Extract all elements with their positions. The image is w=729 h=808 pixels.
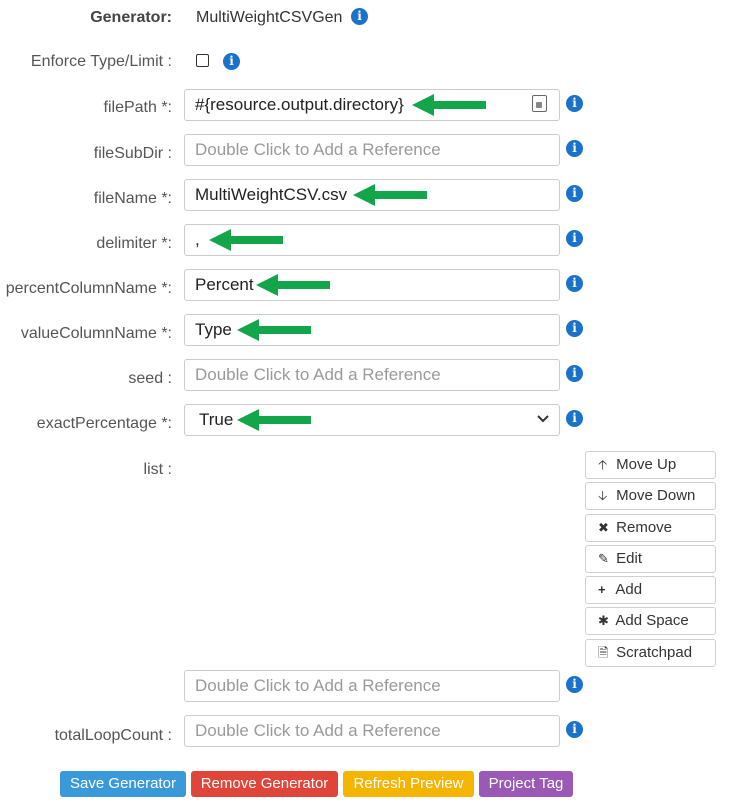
seed-input[interactable]: Double Click to Add a Reference bbox=[184, 359, 560, 391]
info-icon[interactable]: i bbox=[566, 140, 583, 157]
info-icon[interactable]: i bbox=[351, 8, 368, 25]
percentcolumnname-input[interactable]: Percent bbox=[184, 269, 560, 301]
add-button[interactable]: + Add bbox=[585, 576, 716, 604]
info-icon[interactable]: i bbox=[566, 320, 583, 337]
seed-label: seed : bbox=[128, 370, 172, 387]
info-icon[interactable]: i bbox=[566, 721, 583, 738]
chevron-down-icon[interactable] bbox=[536, 414, 550, 424]
enforce-checkbox[interactable] bbox=[196, 54, 209, 67]
save-generator-button[interactable]: Save Generator bbox=[60, 771, 186, 797]
add-space-label: Add Space bbox=[615, 612, 689, 629]
move-down-label: Move Down bbox=[616, 487, 696, 504]
reference-icon[interactable] bbox=[532, 95, 547, 112]
scratchpad-button[interactable]: 🗎 Scratchpad bbox=[585, 639, 716, 667]
edit-button[interactable]: ✎ Edit bbox=[585, 545, 716, 573]
project-tag-button[interactable]: Project Tag bbox=[479, 771, 573, 797]
valuecolumnname-label: valueColumnName *: bbox=[20, 325, 172, 342]
edit-label: Edit bbox=[616, 550, 643, 567]
file-icon: 🗎 bbox=[598, 645, 609, 660]
annotation-arrow-icon bbox=[412, 94, 486, 116]
annotation-arrow-icon bbox=[237, 409, 311, 431]
annotation-arrow-icon bbox=[256, 274, 330, 296]
enforce-label: Enforce Type/Limit : bbox=[30, 53, 172, 70]
remove-generator-button[interactable]: Remove Generator bbox=[191, 771, 338, 797]
move-down-button[interactable]: 🡣 Move Down bbox=[585, 482, 716, 510]
annotation-arrow-icon bbox=[237, 319, 311, 341]
filepath-input[interactable]: #{resource.output.directory} bbox=[184, 89, 560, 121]
info-icon[interactable]: i bbox=[566, 275, 583, 292]
generator-value: MultiWeightCSVGen bbox=[196, 9, 343, 26]
list-input[interactable]: Double Click to Add a Reference bbox=[184, 670, 560, 702]
scratchpad-label: Scratchpad bbox=[616, 644, 693, 661]
info-icon[interactable]: i bbox=[566, 410, 583, 427]
remove-button[interactable]: ✖ Remove bbox=[585, 514, 716, 542]
filesubdir-input[interactable]: Double Click to Add a Reference bbox=[184, 134, 560, 166]
annotation-arrow-icon bbox=[353, 184, 427, 206]
add-label: Add bbox=[615, 581, 643, 598]
percentcolumnname-label: percentColumnName *: bbox=[5, 280, 172, 297]
info-icon[interactable]: i bbox=[566, 365, 583, 382]
filesubdir-label: fileSubDir : bbox=[93, 145, 172, 162]
plus-icon: + bbox=[598, 582, 606, 597]
arrow-down-icon: 🡣 bbox=[598, 488, 608, 503]
generator-label: Generator: bbox=[90, 9, 172, 26]
pencil-icon: ✎ bbox=[598, 551, 609, 566]
asterisk-icon: ✱ bbox=[598, 613, 609, 628]
delimiter-label: delimiter *: bbox=[96, 235, 172, 252]
move-up-button[interactable]: 🡡 Move Up bbox=[585, 451, 716, 479]
info-icon[interactable]: i bbox=[566, 95, 583, 112]
x-icon: ✖ bbox=[598, 520, 609, 535]
list-label: list : bbox=[143, 461, 172, 478]
info-icon[interactable]: i bbox=[566, 185, 583, 202]
arrow-up-icon: 🡡 bbox=[598, 457, 608, 472]
totalloopcount-input[interactable]: Double Click to Add a Reference bbox=[184, 715, 560, 747]
filename-label: fileName *: bbox=[93, 190, 172, 207]
refresh-preview-button[interactable]: Refresh Preview bbox=[343, 771, 474, 797]
add-space-button[interactable]: ✱ Add Space bbox=[585, 607, 716, 635]
annotation-arrow-icon bbox=[209, 229, 283, 251]
remove-label: Remove bbox=[616, 519, 673, 536]
totalloopcount-label: totalLoopCount : bbox=[54, 727, 172, 744]
move-up-label: Move Up bbox=[616, 456, 677, 473]
exactpercentage-label: exactPercentage *: bbox=[36, 415, 172, 432]
filepath-label: filePath *: bbox=[103, 99, 172, 116]
info-icon[interactable]: i bbox=[566, 676, 583, 693]
info-icon[interactable]: i bbox=[566, 230, 583, 247]
info-icon[interactable]: i bbox=[223, 53, 240, 70]
